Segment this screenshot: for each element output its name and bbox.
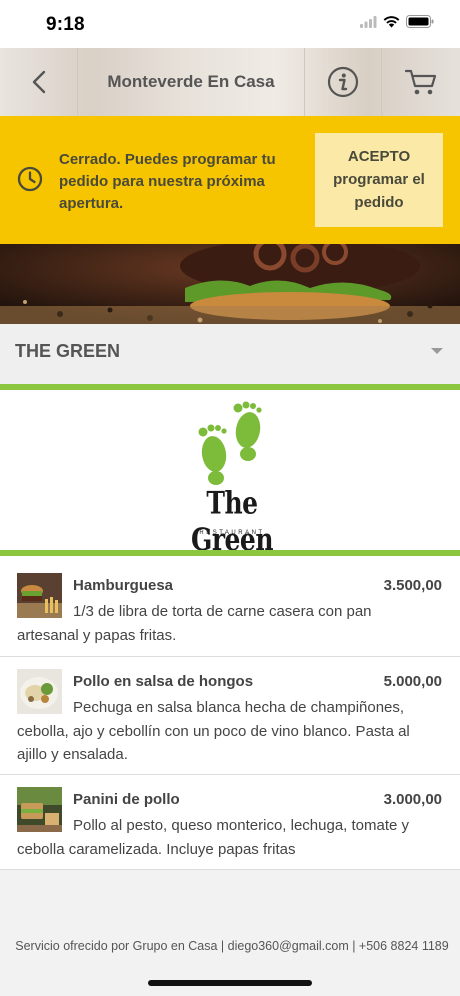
accept-label-line1: ACEPTO [347, 148, 411, 165]
item-description: Pollo al pesto, queso monterico, lechuga… [17, 817, 410, 858]
accept-label-line3: pedido [354, 194, 404, 211]
footer [0, 870, 460, 996]
footer-text: Servicio ofrecido por Grupo en Casa | di… [15, 939, 449, 953]
status-icons [360, 15, 434, 28]
nav-bar: Monteverde En Casa [0, 48, 460, 116]
category-title: THE GREEN [15, 341, 121, 361]
item-name: Pollo en salsa de hongos [73, 673, 254, 690]
wifi-icon [383, 16, 400, 28]
logo-name: The Green [190, 484, 274, 558]
item-price: 3.000,00 [383, 791, 442, 808]
footprints-icon [198, 401, 262, 485]
menu-item[interactable]: Pollo en salsa de hongos 5.000,00 Pechug… [0, 657, 460, 775]
hero-burger-illustration [0, 244, 460, 324]
hero-image [0, 244, 460, 324]
item-name: Hamburguesa [73, 577, 174, 594]
restaurant-logo: The Green RESTAURANT [0, 390, 460, 557]
category-selector[interactable]: THE GREEN [0, 324, 460, 384]
closed-message: Cerrado. Puedes programar tu pedido para… [59, 151, 276, 212]
home-indicator[interactable] [148, 980, 312, 986]
accept-schedule-button[interactable]: ACEPTO programar el pedido [315, 133, 443, 227]
back-button[interactable] [0, 48, 78, 116]
menu-item[interactable]: Panini de pollo 3.000,00 Pollo al pesto,… [0, 775, 460, 870]
back-chevron-icon [32, 70, 45, 94]
cart-icon [404, 69, 437, 95]
info-button[interactable] [304, 48, 382, 116]
item-name: Panini de pollo [73, 791, 180, 808]
info-icon [327, 66, 359, 98]
item-price: 3.500,00 [383, 577, 442, 594]
clock-icon [17, 166, 43, 192]
accept-label-line2: programar el [333, 171, 425, 188]
battery-icon [406, 15, 434, 28]
menu-item[interactable]: Hamburguesa 3.500,00 1/3 de libra de tor… [0, 556, 460, 657]
logo-tagline: RESTAURANT [199, 530, 265, 536]
item-price: 5.000,00 [383, 673, 442, 690]
status-bar: 9:18 [0, 0, 460, 48]
item-description: Pechuga en salsa blanca hecha de champiñ… [17, 699, 410, 763]
caret-down-icon [431, 348, 443, 354]
signal-icon [360, 15, 377, 28]
status-time: 9:18 [46, 14, 85, 35]
item-description: 1/3 de libra de torta de carne casera co… [17, 603, 372, 644]
cart-button[interactable] [382, 48, 460, 116]
nav-title: Monteverde En Casa [107, 72, 275, 91]
